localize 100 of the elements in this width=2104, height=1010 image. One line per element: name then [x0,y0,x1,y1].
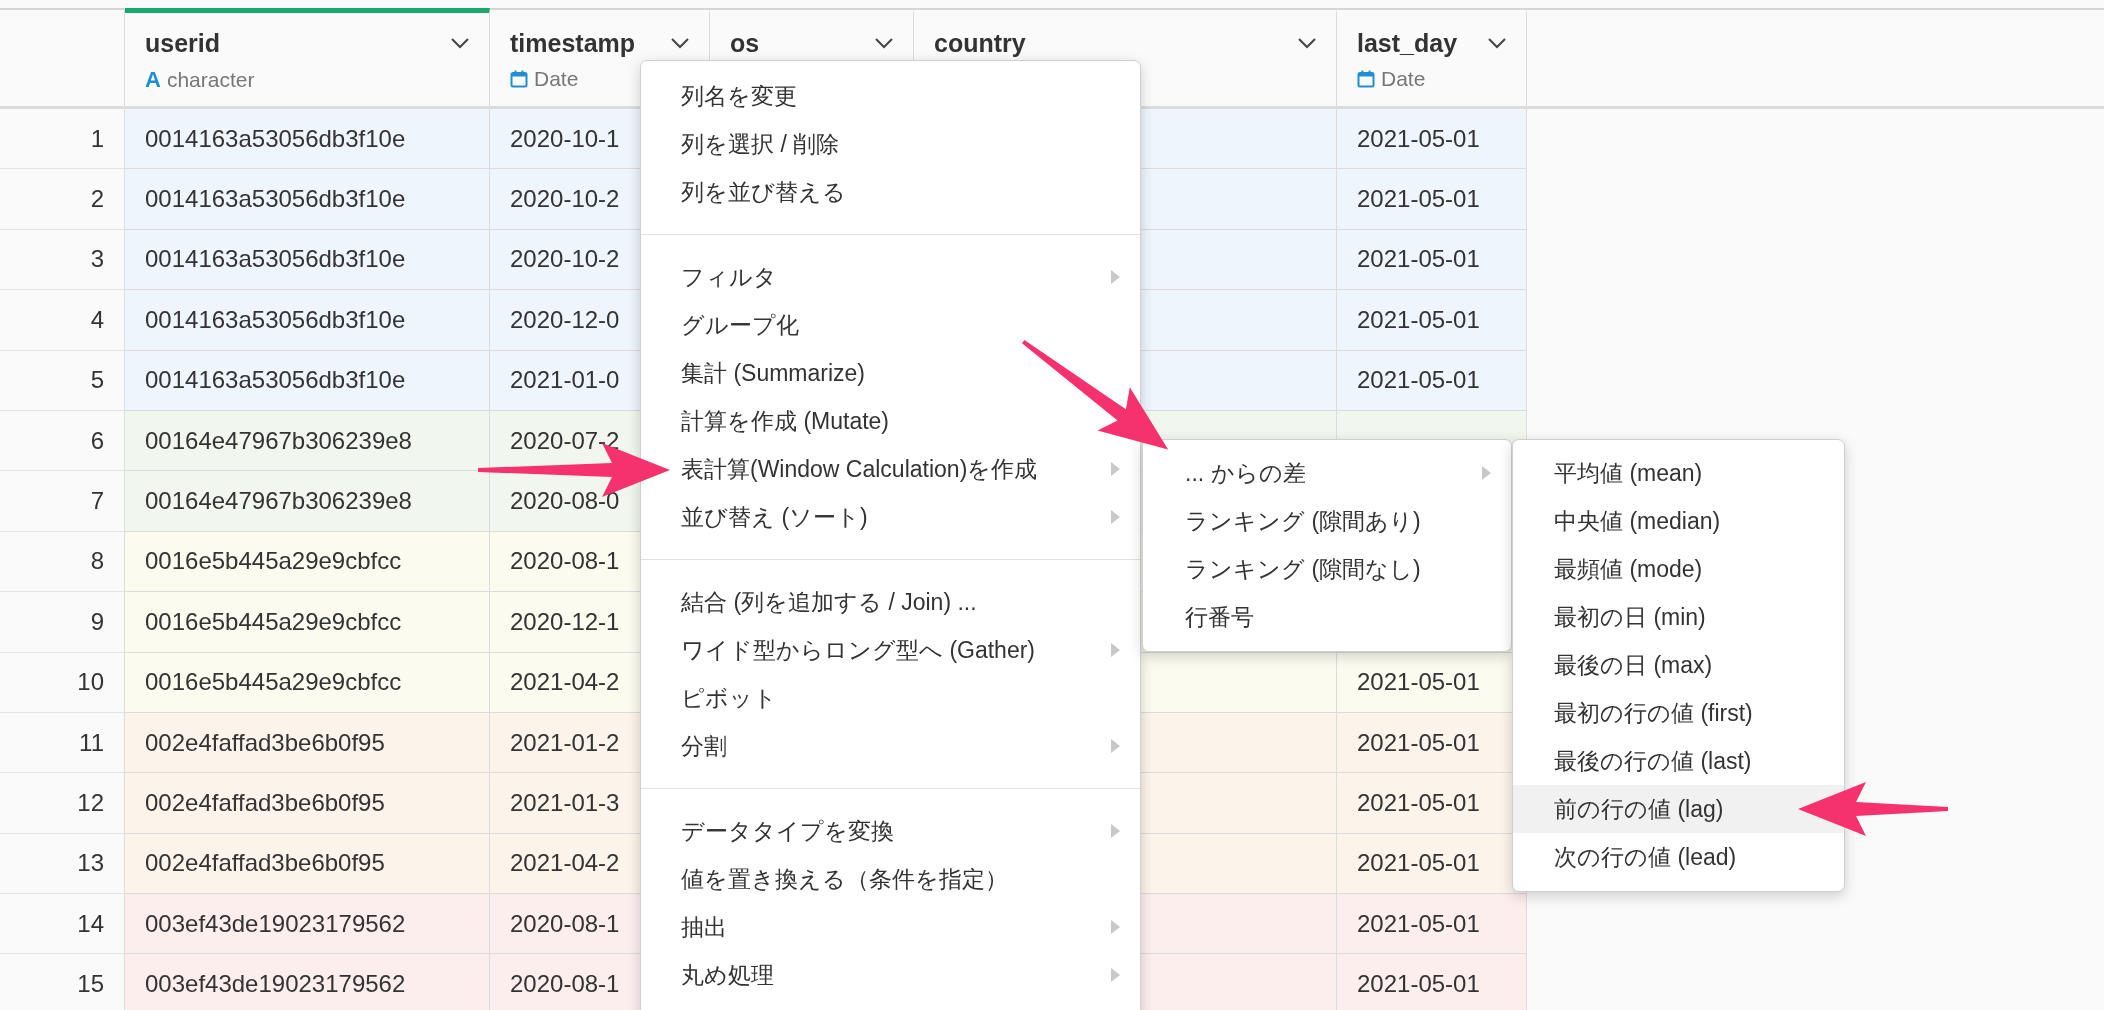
row-number: 13 [77,849,104,878]
menu-item[interactable]: 丸め処理 [641,951,1140,999]
menu-item[interactable]: 最初の日 (min) [1513,593,1844,641]
submenu-arrow-icon [1111,824,1120,838]
menu-item[interactable]: フィルタ [641,253,1140,301]
column-name: timestamp [510,28,636,58]
menu-item[interactable]: 列を並び替える [641,168,1140,216]
table-cell: 0016e5b445a29e9cbfcc [145,547,402,576]
menu-item[interactable]: ... からの差 [1143,449,1511,497]
table-cell: 0016e5b445a29e9cbfcc [145,668,402,697]
column-type: character [166,68,255,92]
submenu-arrow-icon [1111,462,1120,476]
menu-item[interactable]: 値を置き換える（条件を指定） [641,855,1140,903]
caret-icon[interactable] [875,37,893,49]
row-number: 6 [90,426,104,455]
caret-icon[interactable] [1298,37,1316,49]
menu-item[interactable]: 最後の日 (max) [1513,641,1844,689]
row-number: 4 [90,305,104,334]
table-cell: 2020-10-2 [510,245,620,274]
caret-icon[interactable] [671,37,689,49]
submenu-arrow-icon [1111,270,1120,284]
menu-item[interactable]: 次の行の値 (lead) [1513,833,1844,881]
menu-item[interactable]: 結合 (列を追加する / Join) ... [641,578,1140,626]
table-cell: 00164e47967b306239e8 [145,426,412,455]
menu-item[interactable]: ピボット [641,674,1140,722]
menu-item[interactable]: 中央値 (median) [1513,497,1844,545]
table-cell: 002e4faffad3be6b0f95 [145,789,385,817]
menu-item[interactable]: 平均値 (mean) [1513,449,1844,497]
table-cell: 2021-01-0 [510,366,620,395]
row-number: 1 [90,124,104,153]
table-cell: 2021-05-01 [1357,245,1480,274]
table-cell: 002e4faffad3be6b0f95 [145,849,385,878]
menu-item[interactable]: 集計 (Summarize) [641,349,1140,397]
row-number: 10 [77,668,104,697]
menu-item[interactable]: ランキング (隙間あり) [1143,497,1511,545]
column-type: Date [534,67,579,91]
table-cell: 2021-05-01 [1357,849,1480,878]
menu-item[interactable]: ランキング (隙間なし) [1143,545,1511,593]
submenu-arrow-icon [1111,920,1120,934]
submenu-arrow-icon [1111,739,1120,753]
caret-icon[interactable] [1488,37,1506,49]
menu-item[interactable]: 最後の行の値 (last) [1513,737,1844,785]
row-number: 12 [77,789,104,817]
column-name: last_day [1357,28,1458,58]
submenu-arrow-icon [1111,643,1120,657]
table-cell: 0014163a53056db3f10e [145,185,406,214]
row-number: 2 [90,185,104,214]
caret-icon[interactable] [451,37,469,49]
calendar-icon [1357,70,1375,88]
table-cell: 0014163a53056db3f10e [145,366,406,395]
menu-item[interactable]: 最頻値 (mode) [1513,545,1844,593]
table-cell: 2020-08-1 [510,547,620,576]
calendar-icon [510,70,528,88]
menu-item[interactable]: 行番号 [1143,593,1511,641]
table-cell: 2020-12-0 [510,305,620,334]
table-cell: 2020-12-1 [510,607,620,636]
menu-item[interactable]: 前の行の値 (lag) [1513,785,1844,833]
table-cell: 2020-08-0 [510,487,620,516]
menu-item[interactable]: ワイド型からロング型へ (Gather) [641,626,1140,674]
table-cell: 2020-08-1 [510,970,620,999]
column-header[interactable]: last_day Date [1337,8,1527,106]
menu-item[interactable]: 最初の行の値 (first) [1513,689,1844,737]
table-cell: 002e4faffad3be6b0f95 [145,728,385,757]
row-number: 11 [79,728,104,757]
table-cell: 2021-05-01 [1357,185,1480,214]
table-cell: 003ef43de19023179562 [145,909,406,938]
table-cell: 0014163a53056db3f10e [145,305,406,334]
menu-item[interactable]: 列を選択 / 削除 [641,120,1140,168]
row-number: 15 [77,970,104,999]
table-cell: 2021-05-01 [1357,305,1480,334]
row-number: 5 [90,366,104,395]
row-number: 8 [90,547,104,576]
menu-item[interactable]: データタイプを変換 [641,807,1140,855]
row-number: 3 [90,245,104,274]
table-cell: 2021-04-2 [510,849,620,878]
column-name: userid [145,28,221,58]
table-cell: 2021-05-01 [1357,366,1480,395]
table-cell: 2021-05-01 [1357,668,1480,697]
table-cell: 2020-07-2 [510,426,620,455]
column-name: os [730,28,760,58]
table-cell: 2021-04-2 [510,668,620,697]
table-cell: 00164e47967b306239e8 [145,487,412,516]
menu-item[interactable]: 分割 [641,722,1140,770]
table-cell: 2021-01-3 [510,789,620,817]
table-cell: 2021-05-01 [1357,970,1480,999]
menu-item[interactable]: グループ化 [641,301,1140,349]
table-cell: 2021-05-01 [1357,728,1480,757]
row-number: 9 [90,607,104,636]
row-number: 14 [77,909,104,938]
table-cell: 2020-10-2 [510,185,620,214]
table-cell: 003ef43de19023179562 [145,970,406,999]
table-cell: 2020-10-1 [510,124,620,153]
table-cell: 2021-05-01 [1357,909,1480,938]
submenu-arrow-icon [1111,968,1120,982]
table-cell: 2021-01-2 [510,728,620,757]
submenu-arrow-icon [1482,466,1491,480]
menu-item[interactable]: 並び替え (ソート) [641,493,1140,541]
row-number: 7 [90,487,104,516]
menu-item[interactable]: 抽出 [641,903,1140,951]
type-icon: A [145,67,161,93]
